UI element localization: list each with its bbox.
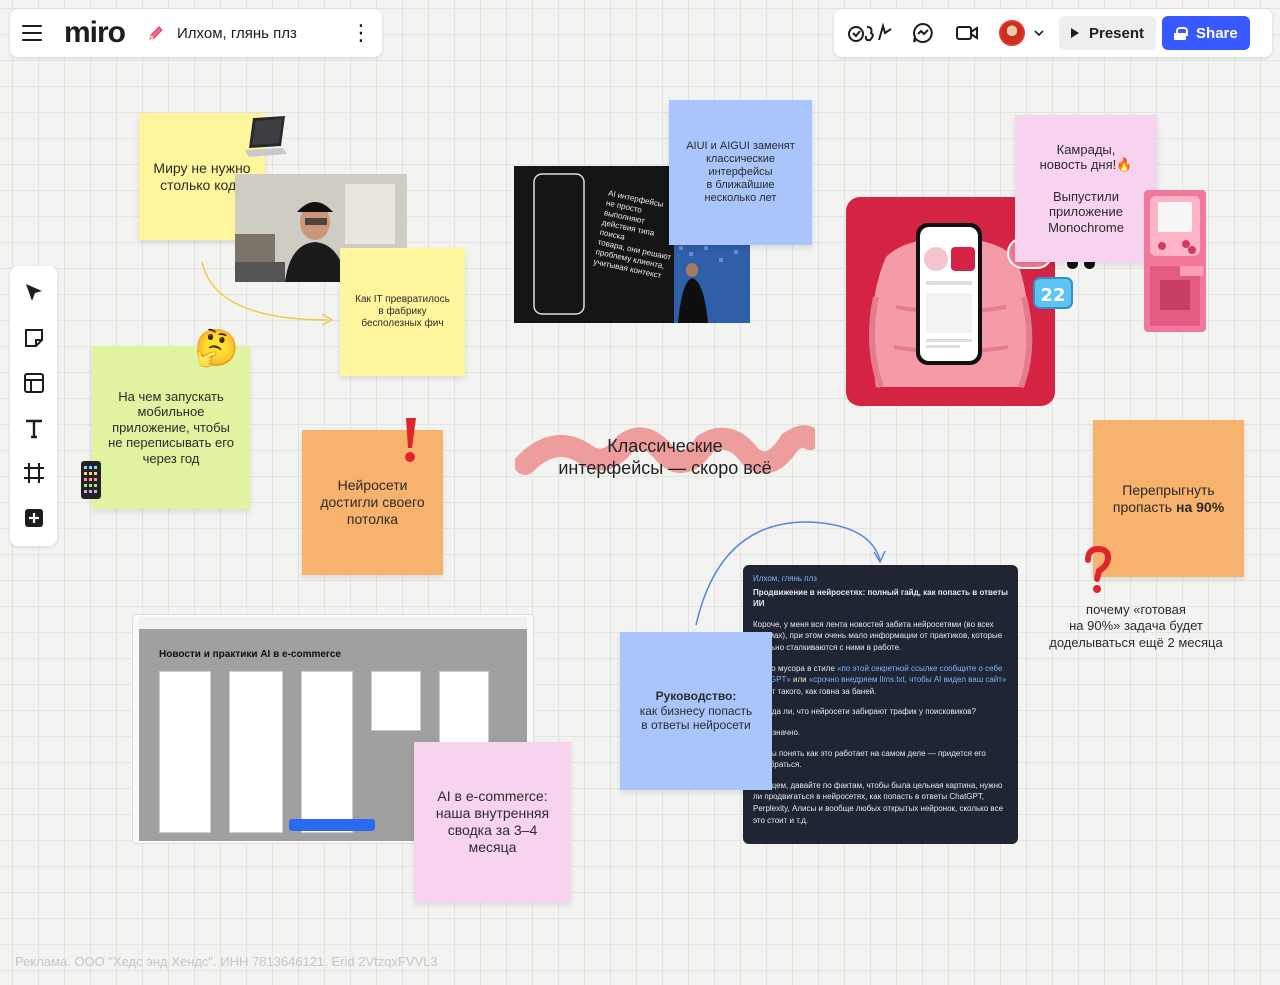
- sticky-note-jump[interactable]: Перепрыгнуть пропасть на 90%: [1093, 420, 1244, 577]
- sticky-note-guide[interactable]: Руководство: как бизнесу попасть в ответ…: [620, 632, 772, 790]
- question-mark-icon[interactable]: [1082, 546, 1112, 596]
- sticky-note-monochrome[interactable]: Камрады, новость дня!🔥 Выпустили приложе…: [1015, 115, 1157, 262]
- sticky-note-factory[interactable]: Как IT превратилось в фабрику бесполезны…: [340, 248, 465, 376]
- headline-text[interactable]: Классические интерфейсы — скоро всё: [540, 436, 790, 479]
- guide-article-card[interactable]: Илхом, глянь плз Продвижение в нейросетя…: [743, 565, 1018, 844]
- sticky-note-neuro[interactable]: Нейросети достигли своего потолка: [302, 430, 443, 575]
- ecommerce-board-title: Новости и практики AI в e-commerce: [159, 649, 341, 660]
- sticky-note-ecommerce[interactable]: AI в e-commerce: наша внутренняя сводка …: [414, 742, 571, 902]
- arcade-machine-image[interactable]: [1140, 186, 1210, 336]
- thinking-face-icon[interactable]: 🤔: [194, 330, 239, 366]
- svg-text:22: 22: [1040, 285, 1065, 306]
- laptop-image[interactable]: [245, 114, 287, 158]
- question-caption[interactable]: почему «готовая на 90%» задача будет дод…: [1036, 602, 1236, 651]
- sticky-note-mobile[interactable]: На чем запускать мобильное приложение, ч…: [92, 346, 250, 509]
- sticky-note-aiui[interactable]: AIUI и AIGUI заменят классические интерф…: [669, 100, 812, 245]
- ad-disclaimer: Реклама. ООО "Хедс энд Хендс". ИНН 78136…: [15, 954, 438, 969]
- exclamation-icon[interactable]: [400, 416, 420, 464]
- phone-image[interactable]: [80, 460, 102, 500]
- number-22-sticker-icon[interactable]: 22: [1032, 276, 1074, 310]
